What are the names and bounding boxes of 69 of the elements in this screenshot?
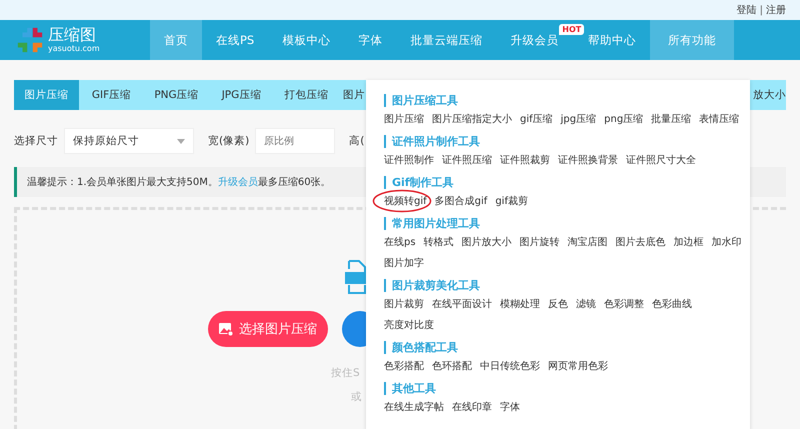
logo-icon	[16, 26, 44, 54]
upload-hint: 按住S	[331, 366, 360, 380]
tab[interactable]: GIF压缩	[79, 80, 144, 110]
menu-link[interactable]: 滤镜	[576, 298, 596, 311]
tab[interactable]: 放大小	[753, 80, 786, 110]
menu-link[interactable]: 在线生成字帖	[384, 401, 444, 414]
menu-link[interactable]: 反色	[548, 298, 568, 311]
menu-link[interactable]: 图片去底色	[616, 236, 666, 249]
menu-link[interactable]: 证件照压缩	[442, 154, 492, 167]
tab[interactable]: PNG压缩	[144, 80, 209, 110]
menu-link[interactable]: 淘宝店图	[568, 236, 608, 249]
menu-link[interactable]: 表情压缩	[699, 113, 740, 126]
menu-link[interactable]: jpg压缩	[560, 113, 596, 126]
menu-link[interactable]: 色彩曲线	[652, 298, 692, 311]
menu-link[interactable]: 在线ps	[384, 236, 416, 249]
menu-link[interactable]: 转格式	[424, 236, 454, 249]
menu-link[interactable]: 批量压缩	[651, 113, 692, 126]
height-label: 高(	[349, 134, 364, 148]
tab[interactable]: 图片	[339, 80, 365, 110]
section-title: 图片裁剪美化工具	[384, 279, 748, 292]
menu-link[interactable]: 证件照裁剪	[500, 154, 550, 167]
menu-link[interactable]: 字体	[500, 401, 520, 414]
separator-text: |	[760, 5, 763, 16]
section-title: 常用图片处理工具	[384, 217, 748, 230]
menu-link[interactable]: 模糊处理	[500, 298, 540, 311]
menu-link[interactable]: 亮度对比度	[384, 319, 434, 332]
size-select[interactable]: 保持原始尺寸	[64, 128, 194, 154]
menu-link[interactable]: 图片放大小	[462, 236, 512, 249]
section-title: 图片压缩工具	[384, 94, 748, 107]
hot-badge: HOT	[559, 24, 584, 35]
login-link[interactable]: 登陆	[736, 5, 757, 16]
menu-link[interactable]: 证件照换背景	[558, 154, 618, 167]
menu-link[interactable]: 图片旋转	[520, 236, 560, 249]
menu-link[interactable]: 在线平面设计	[432, 298, 492, 311]
section-title: 证件照片制作工具	[384, 135, 748, 148]
width-label: 宽(像素)	[208, 134, 250, 148]
menu-link[interactable]: 网页常用色彩	[548, 360, 608, 373]
logo-domain: yasuotu.com	[48, 45, 100, 53]
tab[interactable]: 打包压缩	[274, 80, 339, 110]
width-input[interactable]: 原比例	[255, 128, 336, 154]
menu-link[interactable]: 色环搭配	[432, 360, 472, 373]
menu-link[interactable]: 多图合成gif	[434, 195, 488, 208]
menu-link[interactable]: 加边框	[674, 236, 704, 249]
menu-link[interactable]: 加水印	[712, 236, 742, 249]
caret-icon	[177, 138, 185, 144]
section-title: Gif制作工具	[384, 176, 748, 189]
menu-link[interactable]: 中日传统色彩	[480, 360, 540, 373]
upload-hint: 或	[351, 390, 362, 404]
menu-link[interactable]: gif压缩	[520, 113, 553, 126]
menu-link[interactable]: 证件照制作	[384, 154, 434, 167]
menu-link[interactable]: 图片压缩指定大小	[432, 113, 512, 126]
size-label: 选择尺寸	[14, 134, 58, 148]
menu-link[interactable]: 图片裁剪	[384, 298, 424, 311]
register-link[interactable]: 注册	[766, 5, 786, 16]
logo-name: 压缩图	[48, 27, 97, 43]
menu-link[interactable]: 证件照尺寸大全	[626, 154, 696, 167]
image-icon	[219, 322, 233, 336]
jpg-file-icon	[345, 259, 367, 295]
menu-link[interactable]: 在线印章	[452, 401, 492, 414]
menu-link[interactable]: 色彩搭配	[384, 360, 424, 373]
tab[interactable]: JPG压缩	[209, 80, 274, 110]
menu-link[interactable]: 色彩调整	[604, 298, 644, 311]
notice-text: 温馨提示：1.会员单张图片最大支持50M。升级会员最多压缩60张。	[27, 176, 331, 189]
section-title: 其他工具	[384, 382, 748, 395]
menu-link[interactable]: 图片加字	[384, 257, 424, 270]
menu-link[interactable]: 图片压缩	[384, 113, 424, 126]
menu-link[interactable]: gif裁剪	[495, 195, 528, 208]
menu-link[interactable]: png压缩	[604, 113, 644, 126]
section-title: 颜色搭配工具	[384, 341, 748, 354]
